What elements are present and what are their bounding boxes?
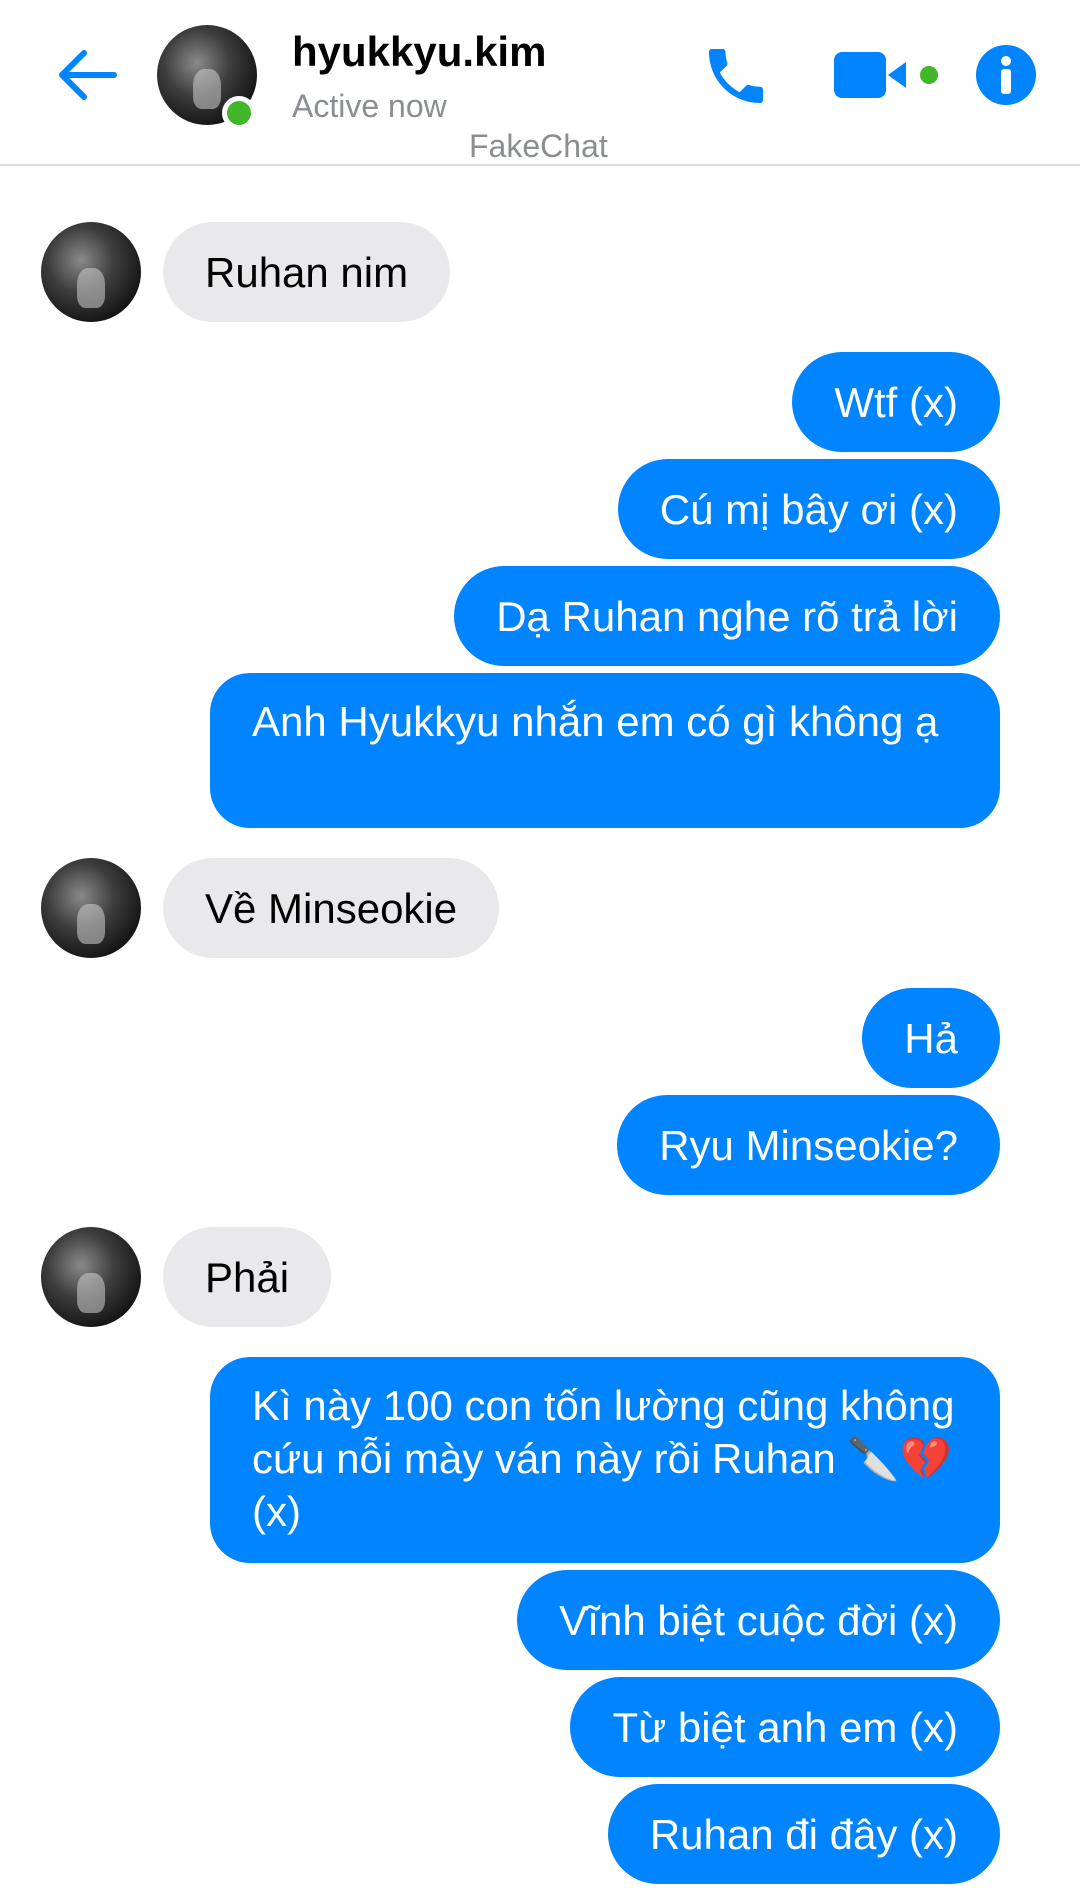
message-row: Ruhan nim xyxy=(0,222,1080,322)
watermark-label: FakeChat xyxy=(469,128,608,164)
incoming-message-bubble[interactable]: Ruhan nim xyxy=(163,222,451,322)
message-row: Wtf (x) xyxy=(0,352,1080,452)
message-row: Từ biệt anh em (x) xyxy=(0,1677,1080,1777)
phone-icon xyxy=(709,49,763,103)
message-row: Ryu Minseokie? xyxy=(0,1095,1080,1195)
avatar[interactable] xyxy=(41,1227,141,1327)
back-button[interactable] xyxy=(52,42,122,112)
voice-call-button[interactable] xyxy=(700,40,772,112)
online-status-dot xyxy=(222,96,256,130)
outgoing-message-bubble[interactable]: Dạ Ruhan nghe rõ trả lời xyxy=(454,566,1000,666)
avatar[interactable] xyxy=(41,222,141,322)
chat-header: hyukkyu.kim Active now FakeChat xyxy=(0,0,1080,166)
outgoing-message-bubble[interactable]: Hả xyxy=(862,988,1000,1088)
message-row: Ruhan đi đây (x) xyxy=(0,1784,1080,1884)
contact-name[interactable]: hyukkyu.kim xyxy=(292,28,546,76)
message-row: Vĩnh biệt cuộc đời (x) xyxy=(0,1570,1080,1670)
info-button[interactable] xyxy=(975,44,1037,106)
message-row: Về Minseokie xyxy=(0,858,1080,958)
video-call-button[interactable] xyxy=(834,48,944,104)
video-camera-icon xyxy=(834,52,938,98)
message-row: Kì này 100 con tốn lường cũng không cứu … xyxy=(0,1357,1080,1563)
outgoing-message-bubble[interactable]: Từ biệt anh em (x) xyxy=(570,1677,1000,1777)
message-row: Cú mị bây ơi (x) xyxy=(0,459,1080,559)
message-row: Hả xyxy=(0,988,1080,1088)
message-row: Anh Hyukkyu nhắn em có gì không ạ xyxy=(0,673,1080,828)
info-icon xyxy=(976,45,1036,105)
outgoing-message-bubble[interactable]: Ryu Minseokie? xyxy=(617,1095,1000,1195)
message-row: Dạ Ruhan nghe rõ trả lời xyxy=(0,566,1080,666)
outgoing-message-bubble[interactable]: Ruhan đi đây (x) xyxy=(607,1784,1000,1884)
message-row: Phải xyxy=(0,1227,1080,1327)
outgoing-message-bubble[interactable]: Anh Hyukkyu nhắn em có gì không ạ xyxy=(210,673,1000,828)
arrow-left-icon xyxy=(59,50,117,100)
outgoing-message-bubble[interactable]: Kì này 100 con tốn lường cũng không cứu … xyxy=(210,1357,1000,1563)
outgoing-message-bubble[interactable]: Vĩnh biệt cuộc đời (x) xyxy=(517,1570,1000,1670)
outgoing-message-bubble[interactable]: Wtf (x) xyxy=(792,352,1000,452)
incoming-message-bubble[interactable]: Về Minseokie xyxy=(163,858,500,958)
outgoing-message-bubble[interactable]: Cú mị bây ơi (x) xyxy=(617,459,1000,559)
incoming-message-bubble[interactable]: Phải xyxy=(163,1227,332,1327)
avatar[interactable] xyxy=(41,858,141,958)
contact-status: Active now xyxy=(292,88,447,124)
